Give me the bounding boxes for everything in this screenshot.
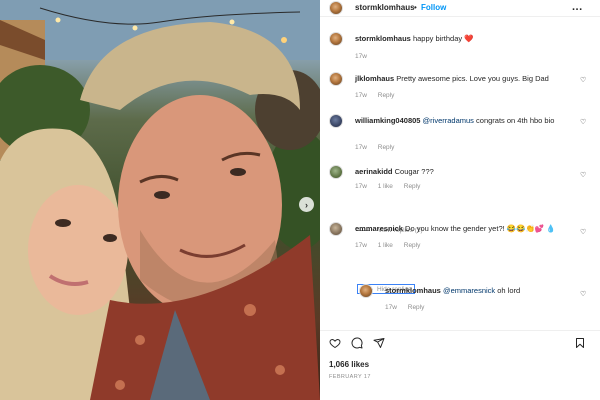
heart-icon[interactable]: ♡ (580, 171, 586, 179)
comment-body: Cougar ??? (394, 167, 434, 176)
post-header: stormklomhaus • Follow ... (320, 0, 600, 17)
photo-illustration (0, 0, 320, 400)
comment-time: 17w (355, 144, 367, 151)
reply-button[interactable]: Reply (404, 242, 421, 249)
heart-icon[interactable]: ♡ (580, 290, 586, 298)
caption-text: stormklomhaus happy birthday ❤️ (355, 34, 575, 44)
likes-count[interactable]: 1,066 likes (329, 360, 369, 369)
follow-button[interactable]: Follow (421, 3, 446, 12)
reply-button[interactable]: Reply (378, 92, 395, 99)
heart-icon[interactable] (329, 337, 341, 349)
bookmark-icon[interactable] (574, 337, 586, 349)
mention-link[interactable]: @emmaresnick (443, 286, 495, 295)
comment-text: aerinakidd Cougar ??? (355, 167, 575, 177)
header-separator: • (414, 3, 417, 12)
action-bar: 1,066 likes FEBRUARY 17 (320, 330, 600, 400)
heart-icon[interactable]: ♡ (580, 118, 586, 126)
comment-meta: 17w 1 like Reply (355, 242, 429, 249)
reply-button[interactable]: Reply (408, 304, 425, 311)
comment-likes[interactable]: 1 like (378, 183, 393, 190)
reply-time: 17w (385, 304, 397, 311)
mention-link[interactable]: @riverradamus (423, 116, 474, 125)
reply-button[interactable]: Reply (404, 183, 421, 190)
heart-icon[interactable]: ♡ (580, 76, 586, 84)
share-icon[interactable] (373, 337, 385, 349)
avatar[interactable] (329, 165, 343, 179)
avatar[interactable] (329, 114, 343, 128)
instagram-post-modal: › stormklomhaus • Follow ... stormklomha… (0, 0, 600, 400)
reply-button[interactable]: Reply (378, 144, 395, 151)
avatar[interactable] (329, 1, 343, 15)
reply-body: oh lord (497, 286, 521, 295)
more-icon[interactable]: ... (572, 1, 583, 13)
comment-time: 17w (355, 92, 367, 99)
reply-text: stormklomhaus @emmaresnick oh lord (385, 286, 575, 296)
comment-text: williamking040805 @riverradamus congrats… (355, 116, 575, 126)
comment-username[interactable]: jlklomhaus (355, 74, 394, 83)
heart-icon[interactable]: ♡ (580, 228, 586, 236)
comment-body: congrats on 4th hbo bio (476, 116, 555, 125)
avatar[interactable] (329, 222, 343, 236)
comment-username[interactable]: emmaresnick (355, 224, 403, 233)
comment-text: emmaresnick Do you know the gender yet?!… (355, 224, 575, 234)
comment-body: Pretty awesome pics. Love you guys. Big … (396, 74, 549, 83)
emoji-string: 😂😂👏💕 💧 (506, 224, 556, 233)
next-photo-button[interactable]: › (299, 197, 314, 212)
comment-body: Do you know the gender yet?! (405, 224, 505, 233)
comment-meta: 17w Reply (355, 144, 403, 151)
caption-meta: 17w (355, 53, 376, 60)
comments-list: stormklomhaus happy birthday ❤️ 17w jlkl… (320, 22, 600, 327)
chevron-right-icon: › (305, 199, 308, 210)
avatar[interactable] (359, 284, 373, 298)
avatar[interactable] (329, 72, 343, 86)
comment-username[interactable]: williamking040805 (355, 116, 420, 125)
comment-meta: 17w 1 like Reply (355, 183, 429, 190)
post-date: FEBRUARY 17 (329, 374, 371, 380)
reply-username[interactable]: stormklomhaus (385, 286, 441, 295)
heart-emoji: ❤️ (464, 34, 474, 43)
caption-body: happy birthday (412, 34, 463, 43)
post-photo[interactable]: › (0, 0, 320, 400)
comment-time: 17w (355, 183, 367, 190)
reply-meta: 17w Reply (385, 304, 433, 311)
comment-icon[interactable] (351, 337, 363, 349)
caption-username[interactable]: stormklomhaus (355, 34, 411, 43)
comment-time: 17w (355, 242, 367, 249)
comment-username[interactable]: aerinakidd (355, 167, 393, 176)
comment-text: jlklomhaus Pretty awesome pics. Love you… (355, 74, 575, 84)
caption-time: 17w (355, 53, 367, 60)
header-username[interactable]: stormklomhaus (355, 3, 415, 12)
avatar[interactable] (329, 32, 343, 46)
post-side-panel: stormklomhaus • Follow ... stormklomhaus… (320, 0, 600, 400)
comment-meta: 17w Reply (355, 92, 403, 99)
comment-likes[interactable]: 1 like (378, 242, 393, 249)
